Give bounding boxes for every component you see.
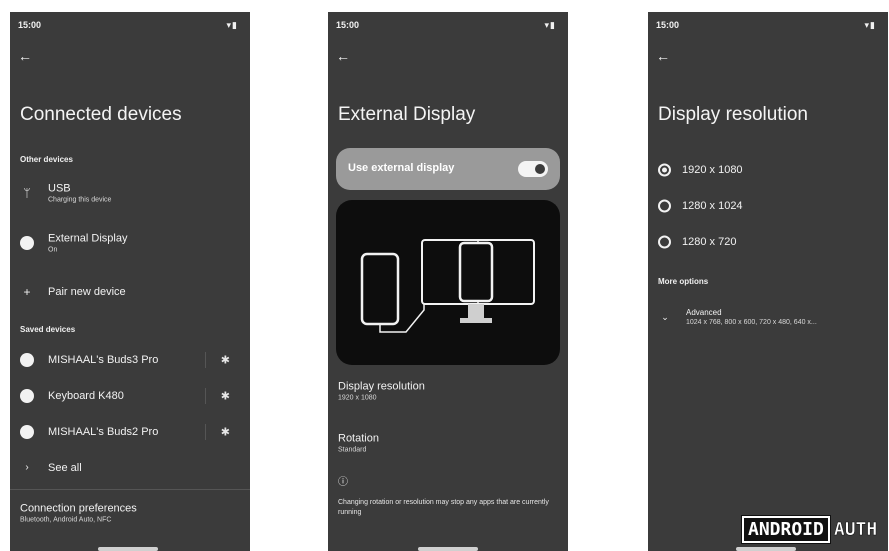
rotation-label: Rotation — [338, 432, 379, 445]
page-title: Display resolution — [658, 104, 808, 125]
status-bar: 15:00 ▾▮ — [10, 20, 250, 34]
display-resolution-item[interactable]: Display resolution 1920 x 1080 — [338, 376, 558, 406]
resolution-option-label: 1280 x 720 — [682, 236, 737, 248]
info-text: Changing rotation or resolution may stop… — [338, 499, 549, 516]
rotation-item[interactable]: Rotation Standard — [338, 428, 558, 458]
device-icon — [20, 353, 34, 367]
radio-unselected-icon[interactable] — [658, 199, 671, 213]
connection-preferences-sub: Bluetooth, Android Auto, NFC — [20, 516, 112, 524]
connection-preferences-label: Connection preferences — [20, 502, 137, 515]
back-arrow-icon[interactable]: ← — [656, 48, 670, 64]
saved-device-item[interactable]: Keyboard K480 ✱ — [20, 381, 240, 411]
toggle-label: Use external display — [348, 162, 455, 174]
radio-selected-icon[interactable] — [658, 163, 671, 177]
resolution-option[interactable]: 1920 x 1080 — [658, 155, 878, 185]
advanced-item[interactable]: ⌄ Advanced 1024 x 768, 800 x 600, 720 x … — [658, 302, 884, 332]
status-icons: ▾▮ — [545, 20, 556, 31]
page-title: Connected devices — [20, 104, 182, 125]
watermark-part1: ANDROID — [741, 515, 831, 544]
status-time: 15:00 — [336, 20, 360, 30]
display-resolution-label: Display resolution — [338, 380, 425, 393]
display-resolution-value: 1920 x 1080 — [338, 394, 377, 402]
battery-icon: ▮ — [870, 20, 876, 30]
external-display-screen: 15:00 ▾▮ ← External Display Use external… — [328, 12, 568, 551]
radio-unselected-icon[interactable] — [658, 235, 671, 249]
resolution-option-label: 1280 x 1024 — [682, 200, 743, 212]
external-display-sub: On — [48, 246, 58, 254]
resolution-option-label: 1920 x 1080 — [682, 164, 743, 176]
divider — [10, 489, 250, 490]
back-arrow-icon[interactable]: ← — [336, 48, 350, 64]
saved-device-label: MISHAAL's Buds2 Pro — [48, 426, 159, 438]
use-external-display-toggle[interactable]: Use external display — [336, 148, 560, 190]
external-display-icon — [20, 236, 34, 250]
resolution-option[interactable]: 1280 x 720 — [658, 227, 878, 257]
section-saved-devices: Saved devices — [20, 325, 76, 334]
advanced-sub: 1024 x 768, 800 x 600, 720 x 480, 640 x.… — [686, 319, 817, 326]
rotation-value: Standard — [338, 446, 367, 454]
usb-label: USB — [48, 182, 71, 195]
external-display-label: External Display — [48, 232, 128, 245]
pair-new-device-item[interactable]: + Pair new device — [20, 277, 240, 307]
status-icons: ▾▮ — [227, 20, 238, 31]
saved-device-item[interactable]: MISHAAL's Buds3 Pro ✱ — [20, 345, 240, 375]
chevron-down-icon: ⌄ — [661, 312, 669, 322]
gear-icon[interactable]: ✱ — [221, 354, 230, 367]
gear-icon[interactable]: ✱ — [221, 390, 230, 403]
usb-icon: ᛘ — [23, 186, 31, 200]
saved-device-label: Keyboard K480 — [48, 390, 124, 402]
device-icon — [20, 389, 34, 403]
advanced-label: Advanced — [686, 308, 722, 317]
status-time: 15:00 — [656, 20, 680, 30]
usb-item[interactable]: ᛘ USB Charging this device — [20, 178, 240, 208]
watermark-part2: AUTH — [833, 519, 878, 541]
gear-icon[interactable]: ✱ — [221, 426, 230, 439]
see-all-item[interactable]: › See all — [20, 453, 240, 483]
status-icons: ▾▮ — [865, 20, 876, 31]
battery-icon: ▮ — [232, 20, 238, 30]
watermark-logo: ANDROID AUTH — [741, 515, 879, 545]
saved-device-item[interactable]: MISHAAL's Buds2 Pro ✱ — [20, 417, 240, 447]
chevron-right-icon: › — [25, 462, 29, 473]
navigation-handle[interactable] — [736, 547, 796, 551]
page-title: External Display — [338, 104, 476, 125]
resolution-option[interactable]: 1280 x 1024 — [658, 191, 878, 221]
usb-sub: Charging this device — [48, 196, 112, 204]
section-more-options: More options — [658, 277, 709, 286]
info-icon: ⓘ — [338, 477, 348, 488]
pair-new-device-label: Pair new device — [48, 286, 126, 298]
battery-icon: ▮ — [550, 20, 556, 30]
status-bar: 15:00 ▾▮ — [328, 20, 568, 34]
external-display-illustration — [336, 200, 560, 365]
status-bar: 15:00 ▾▮ — [648, 20, 888, 34]
plus-icon: + — [23, 285, 31, 299]
saved-device-label: MISHAAL's Buds3 Pro — [48, 354, 159, 366]
device-icon — [20, 425, 34, 439]
navigation-handle[interactable] — [418, 547, 478, 551]
navigation-handle[interactable] — [98, 547, 158, 551]
toggle-switch[interactable] — [518, 161, 548, 177]
see-all-label: See all — [48, 462, 82, 474]
display-resolution-screen: 15:00 ▾▮ ← Display resolution 1920 x 108… — [648, 12, 888, 551]
external-display-item[interactable]: External Display On — [20, 228, 240, 258]
back-arrow-icon[interactable]: ← — [18, 48, 32, 64]
phone-illustration-icon — [360, 252, 400, 326]
connected-devices-screen: 15:00 ▾▮ ← Connected devices Other devic… — [10, 12, 250, 551]
status-time: 15:00 — [18, 20, 42, 30]
connection-preferences-item[interactable]: Connection preferences Bluetooth, Androi… — [20, 496, 240, 530]
section-other-devices: Other devices — [20, 155, 73, 164]
